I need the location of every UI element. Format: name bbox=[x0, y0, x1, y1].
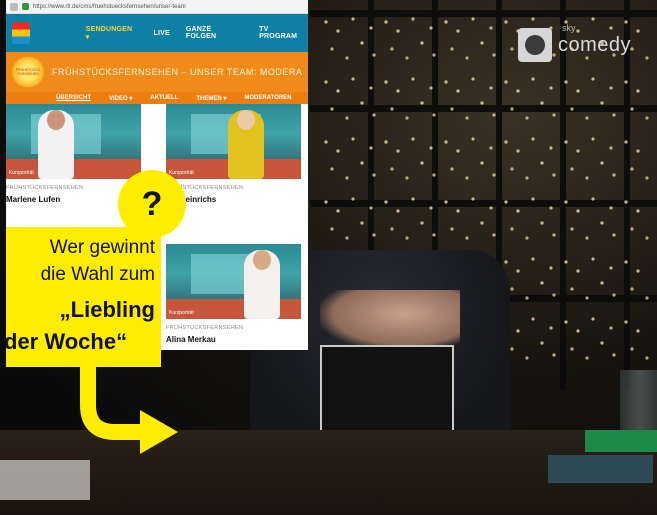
pointer-arrow-icon bbox=[80, 365, 178, 454]
video-frame: comedy sky https://www.rtl.de/cms/fruehs… bbox=[0, 0, 657, 515]
